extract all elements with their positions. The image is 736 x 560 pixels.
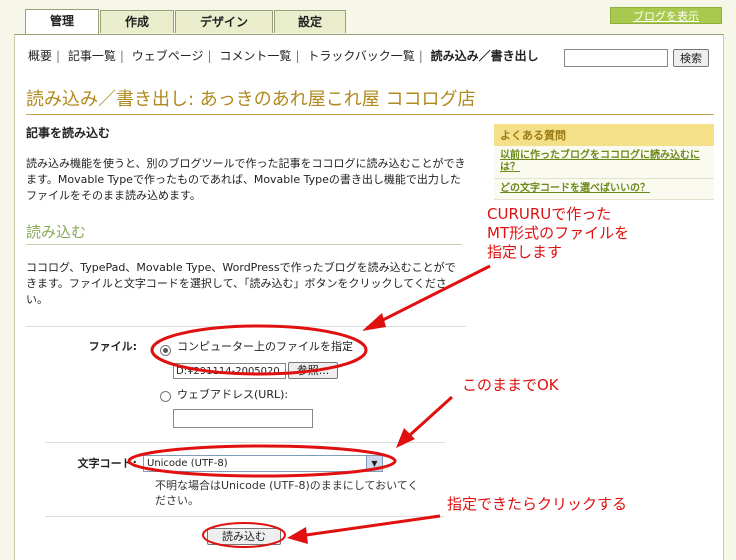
arrow-1-head bbox=[362, 313, 386, 331]
arrow-3 bbox=[291, 514, 441, 539]
highlight-file-ellipse bbox=[150, 324, 368, 376]
annotation-overlay bbox=[127, 264, 491, 548]
highlight-button-ellipse bbox=[202, 522, 286, 548]
arrow-1 bbox=[366, 264, 491, 330]
highlight-charset-ellipse bbox=[127, 444, 397, 478]
arrow-3-head bbox=[287, 527, 308, 544]
